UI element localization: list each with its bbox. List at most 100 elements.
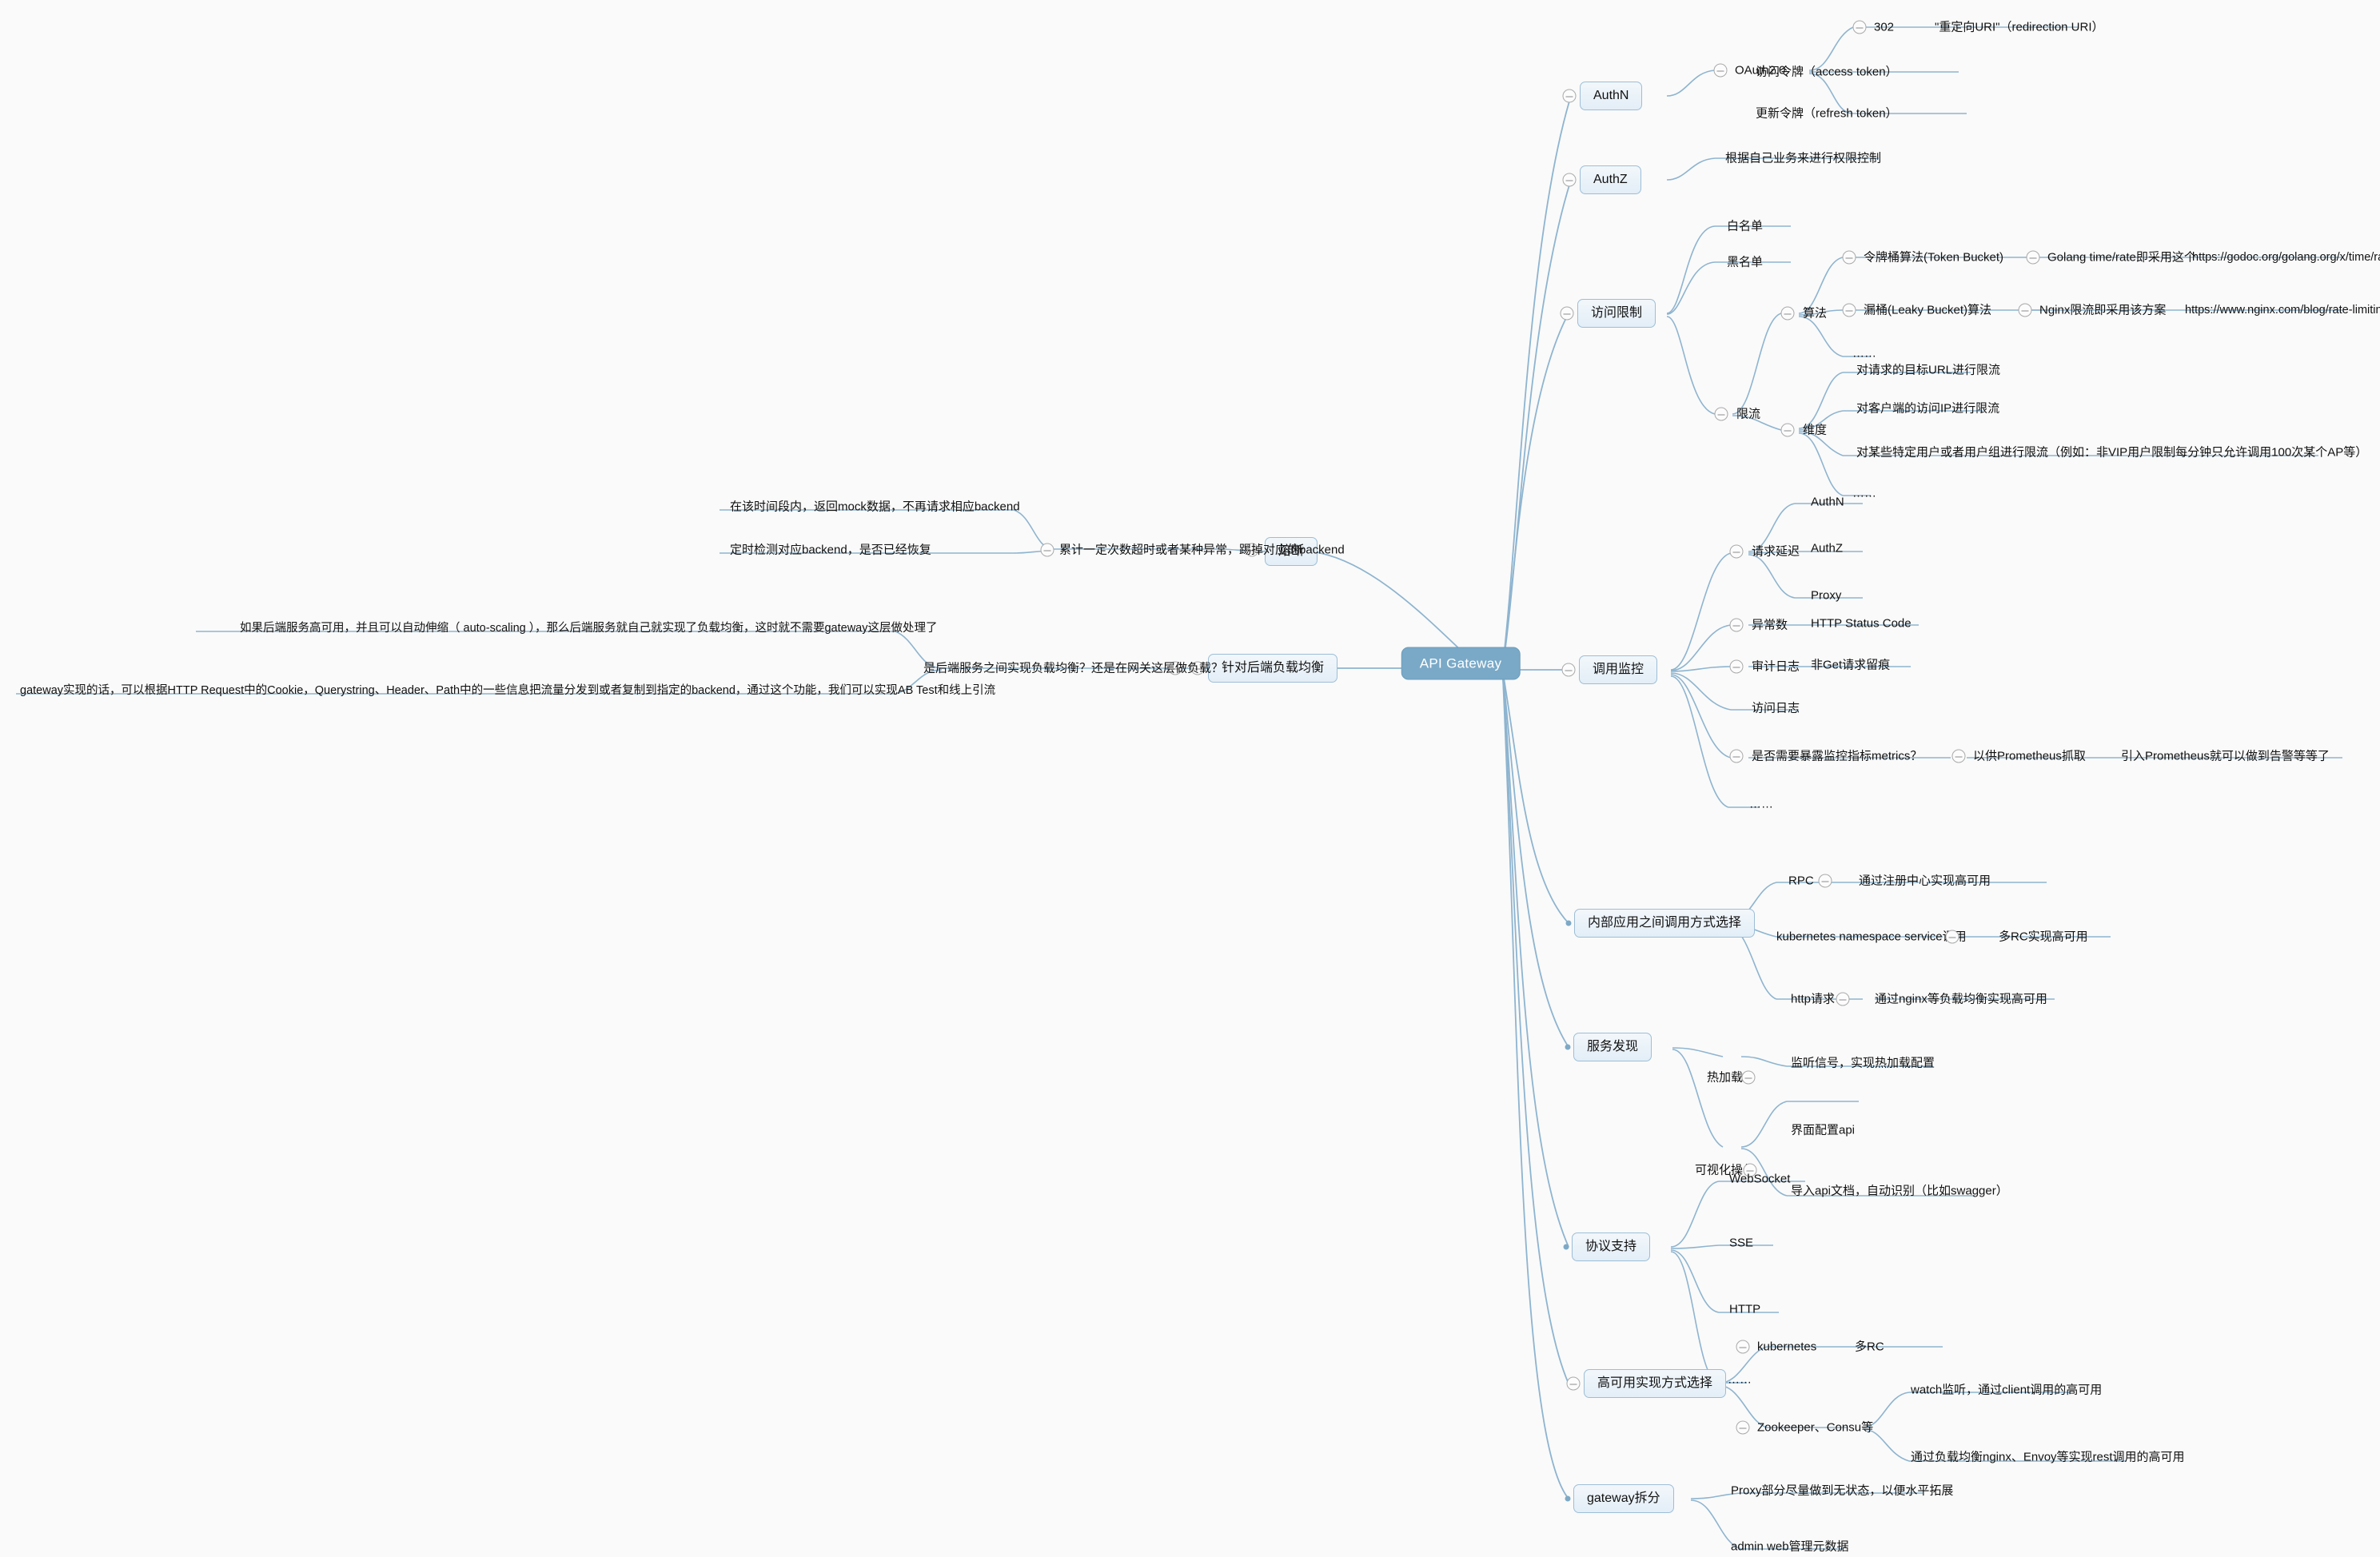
node-request-latency[interactable]: 请求延迟 [1752, 546, 1800, 558]
node-gateway-traffic-split[interactable]: gateway实现的话，可以根据HTTP Request中的Cookie，Que… [20, 685, 995, 697]
node-lb-rest-ha[interactable]: 通过负载均衡nginx、Envoy等实现rest调用的高可用 [1911, 1451, 2185, 1463]
node-nginx-lb-ha[interactable]: 通过nginx等负载均衡实现高可用 [1875, 994, 2047, 1005]
toggle-request-latency[interactable] [1729, 544, 1744, 559]
toggle-rpc[interactable] [1818, 874, 1832, 888]
toggle-zookeeper-consul[interactable] [1736, 1420, 1750, 1435]
topic-ha-choice[interactable]: 高可用实现方式选择 [1584, 1369, 1727, 1398]
toggle-error-count[interactable] [1729, 618, 1744, 632]
toggle-nginx-rate[interactable] [2018, 303, 2032, 317]
toggle-algorithm[interactable] [1780, 306, 1795, 321]
toggle-token-bucket[interactable] [1842, 250, 1856, 265]
dot-protocol [1563, 1244, 1569, 1250]
node-websocket[interactable]: WebSocket [1729, 1173, 1790, 1185]
node-rpc[interactable]: RPC [1788, 875, 1814, 887]
node-refresh-token[interactable]: 更新令牌（refresh token） [1756, 108, 1898, 120]
node-access-token[interactable]: 访问令牌（access token） [1756, 66, 1898, 78]
node-leaky-bucket[interactable]: 漏桶(Leaky Bucket)算法 [1864, 305, 1991, 317]
toggle-access-control[interactable] [1560, 306, 1574, 321]
node-latency-proxy[interactable]: Proxy [1811, 590, 1841, 602]
node-whitelist[interactable]: 白名单 [1727, 221, 1763, 233]
topic-call-monitor[interactable]: 调用监控 [1579, 655, 1658, 684]
toggle-hot-reload[interactable] [1741, 1070, 1756, 1085]
node-redirection-uri[interactable]: "重定向URI"（redirection URI） [1935, 22, 2104, 34]
node-non-get-trace[interactable]: 非Get请求留痕 [1811, 659, 1890, 671]
topic-authz[interactable]: AuthZ [1580, 165, 1641, 194]
node-algorithm[interactable]: 算法 [1803, 308, 1827, 320]
node-ui-config-api[interactable]: 界面配置api [1791, 1125, 1855, 1137]
node-error-count[interactable]: 异常数 [1752, 619, 1788, 631]
toggle-ha-choice[interactable] [1566, 1376, 1581, 1391]
toggle-authn[interactable] [1562, 89, 1577, 103]
toggle-audit-log[interactable] [1729, 659, 1744, 674]
node-nginx-blog-link[interactable]: https://www.nginx.com/blog/rate-limiting… [2185, 305, 2380, 317]
toggle-rate-limit[interactable] [1714, 407, 1728, 421]
node-multi-rc[interactable]: 多RC [1855, 1341, 1884, 1353]
topic-protocol-support[interactable]: 协议支持 [1572, 1232, 1651, 1261]
node-protocol-more[interactable]: …… [1728, 1374, 1752, 1386]
node-import-api-doc[interactable]: 导入api文档，自动识别（比如swagger） [1791, 1185, 2008, 1197]
node-multi-rc-ha[interactable]: 多RC实现高可用 [1999, 931, 2088, 943]
toggle-http-request[interactable] [1836, 992, 1850, 1006]
topic-backend-lb[interactable]: 针对后端负载均衡 [1208, 654, 1338, 683]
node-call-monitor-more[interactable]: …… [1749, 798, 1773, 810]
node-token-bucket[interactable]: 令牌桶算法(Token Bucket) [1864, 252, 2003, 264]
toggle-golang-rate[interactable] [2026, 250, 2040, 265]
topic-gateway-split[interactable]: gateway拆分 [1573, 1484, 1674, 1513]
topic-service-discovery[interactable]: 服务发现 [1573, 1033, 1652, 1061]
toggle-authz[interactable] [1562, 173, 1577, 187]
toggle-call-monitor[interactable] [1561, 663, 1576, 677]
node-admin-web-metadata[interactable]: admin web管理元数据 [1731, 1541, 1849, 1553]
node-http[interactable]: HTTP [1729, 1304, 1760, 1316]
node-expose-metrics[interactable]: 是否需要暴露监控指标metrics？ [1752, 751, 1922, 763]
node-lb-where-question[interactable]: 是后端服务之间实现负载均衡？还是在网关这层做负载？ [923, 663, 1223, 675]
node-k8s-service-call[interactable]: kubernetes namespace service调用 [1776, 931, 1967, 943]
node-watch-client-ha[interactable]: watch监听，通过client调用的高可用 [1911, 1384, 2102, 1396]
node-prometheus-alerting[interactable]: 引入Prometheus就可以做到告警等等了 [2121, 751, 2330, 763]
node-hot-reload-signal[interactable]: 监听信号，实现热加载配置 [1791, 1057, 1935, 1069]
root-node-api-gateway[interactable]: API Gateway [1401, 647, 1521, 680]
node-limit-by-user[interactable]: 对某些特定用户或者用户组进行限流（例如：非VIP用户限制每分钟只允许调用100次… [1856, 447, 2367, 459]
node-http-status-code[interactable]: HTTP Status Code [1811, 618, 1912, 630]
node-nginx-rate-limit[interactable]: Nginx限流即采用该方案 [2039, 305, 2166, 317]
node-prometheus-scrape[interactable]: 以供Prometheus抓取 [1973, 751, 2086, 763]
node-kubernetes[interactable]: kubernetes [1757, 1341, 1816, 1353]
node-dimension[interactable]: 维度 [1803, 424, 1827, 436]
toggle-k8s-service-call[interactable] [1945, 930, 1959, 944]
node-limit-by-ip[interactable]: 对客户端的访问IP进行限流 [1856, 403, 1999, 415]
node-godoc-link[interactable]: https://godoc.org/golang.org/x/time/rate [2192, 252, 2380, 264]
node-backend-autoscaling[interactable]: 如果后端服务高可用，并且可以自动伸缩（ auto-scaling ），那么后端服… [240, 623, 938, 635]
toggle-dimension[interactable] [1780, 423, 1795, 437]
node-blacklist[interactable]: 黑名单 [1727, 257, 1763, 269]
node-kick-backend[interactable]: 累计一定次数超时或者某种异常，踢掉对应的backend [1059, 544, 1345, 556]
node-hot-reload[interactable]: 热加载 [1707, 1072, 1743, 1084]
toggle-metrics[interactable] [1729, 749, 1744, 763]
node-302[interactable]: 302 [1874, 22, 1894, 34]
dot-internal-call [1565, 920, 1572, 926]
toggle-kubernetes[interactable] [1736, 1340, 1750, 1354]
node-dimension-more[interactable]: …… [1852, 488, 1876, 500]
node-rate-limit[interactable]: 限流 [1736, 408, 1760, 420]
node-http-request[interactable]: http请求 [1791, 994, 1835, 1005]
node-authz-business-rule[interactable]: 根据自己业务来进行权限控制 [1725, 153, 1881, 165]
toggle-prometheus-scrape[interactable] [1951, 749, 1966, 763]
node-latency-authn[interactable]: AuthN [1811, 496, 1844, 508]
node-sse[interactable]: SSE [1729, 1237, 1753, 1249]
topic-authn[interactable]: AuthN [1580, 82, 1643, 110]
node-audit-log[interactable]: 审计日志 [1752, 661, 1800, 673]
toggle-leaky-bucket[interactable] [1842, 303, 1856, 317]
topic-internal-call[interactable]: 内部应用之间调用方式选择 [1574, 909, 1756, 938]
node-latency-authz[interactable]: AuthZ [1811, 543, 1843, 555]
node-proxy-stateless[interactable]: Proxy部分尽量做到无状态，以便水平拓展 [1731, 1485, 1953, 1497]
node-golang-time-rate[interactable]: Golang time/rate即采用这个 [2047, 252, 2196, 264]
node-periodic-health-check[interactable]: 定时检测对应backend，是否已经恢复 [730, 544, 931, 556]
toggle-kick-backend[interactable] [1040, 543, 1054, 557]
toggle-oauth2[interactable] [1713, 63, 1728, 78]
toggle-302[interactable] [1852, 20, 1867, 34]
node-limit-by-url[interactable]: 对请求的目标URL进行限流 [1856, 364, 2000, 376]
topic-access-control[interactable]: 访问限制 [1577, 299, 1656, 328]
node-zookeeper-consul[interactable]: Zookeeper、Consu等 [1757, 1422, 1873, 1434]
node-access-log[interactable]: 访问日志 [1752, 703, 1800, 715]
node-return-mock-data[interactable]: 在该时间段内，返回mock数据，不再请求相应backend [730, 501, 1020, 513]
node-algorithm-more[interactable]: …… [1852, 348, 1876, 360]
node-rpc-registry-ha[interactable]: 通过注册中心实现高可用 [1859, 875, 1991, 887]
